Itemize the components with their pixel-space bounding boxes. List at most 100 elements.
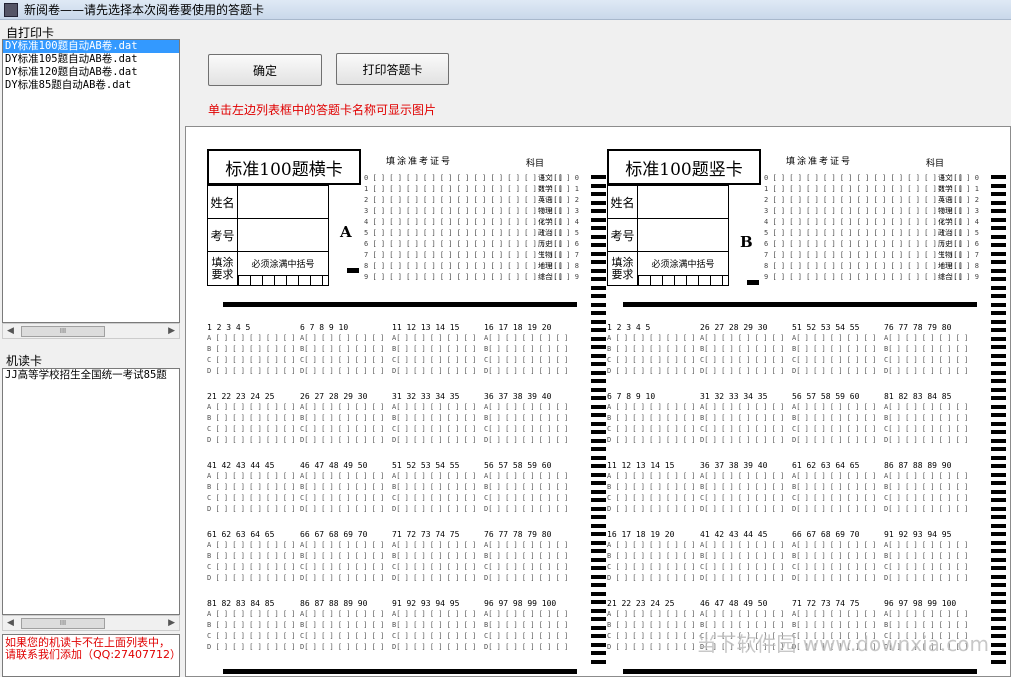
scroll-thumb[interactable]: III [21, 326, 105, 337]
option-row: D [ ] [ ] [ ] [ ] [ ] [607, 366, 696, 377]
timing-mark [991, 319, 1006, 324]
option-brackets: [ ] [ ] [ ] [ ] [ ] [215, 425, 296, 433]
timing-mark [991, 311, 1006, 315]
option-brackets: [ ] [ ] [ ] [ ] [ ] [888, 494, 969, 502]
name-field [238, 186, 328, 218]
option-row: A[ ] [ ] [ ] [ ] [ ] [300, 540, 384, 551]
question-numbers: 36 37 38 39 40 [484, 392, 552, 401]
timing-mark [991, 472, 1006, 477]
subject-name: 数学 [938, 185, 952, 193]
fill-req-line2: 要求 [611, 267, 634, 281]
list-item[interactable]: DY标准85题自动AB卷.dat [3, 79, 179, 92]
option-brackets: [ ] [ ] [ ] [ ] [ ] [488, 541, 569, 549]
option-row: A[ ] [ ] [ ] [ ] [ ] [884, 609, 968, 620]
option-row: D[ ] [ ] [ ] [ ] [ ] [300, 573, 384, 584]
subject-row: 语文 [ ] [938, 173, 962, 184]
question-numbers: 91 92 93 94 95 [392, 599, 460, 608]
option-brackets: [ ] [ ] [ ] [ ] [ ] [215, 643, 296, 651]
option-row: C[ ] [ ] [ ] [ ] [ ] [700, 493, 784, 504]
option-row: A [ ] [ ] [ ] [ ] [ ] [207, 609, 296, 620]
confirm-button[interactable]: 确定 [208, 54, 322, 86]
digit-right: 1 [574, 185, 579, 193]
option-brackets: [ ] [ ] [ ] [ ] [ ] [488, 552, 569, 560]
option-brackets: [ ] [ ] [ ] [ ] [ ] [396, 345, 477, 353]
option-brackets: [ ] [ ] [ ] [ ] [ ] [396, 367, 477, 375]
self-print-list[interactable]: DY标准100题自动AB卷.dat DY标准105题自动AB卷.dat DY标准12… [2, 39, 180, 323]
option-brackets: [ ] [ ] [ ] [ ] [ ] [615, 552, 696, 560]
question-numbers: 61 62 63 64 65 [792, 461, 860, 470]
subject-bracket: [ ] [952, 229, 962, 237]
digit-right: 2 [974, 196, 979, 204]
exam-no-field [638, 219, 728, 251]
print-card-button[interactable]: 打印答题卡 [336, 53, 449, 85]
timing-mark [991, 370, 1006, 375]
option-row: B [ ] [ ] [ ] [ ] [ ] [607, 344, 696, 355]
question-numbers: 1 2 3 4 5 [607, 323, 651, 332]
self-print-hscrollbar[interactable]: ◀ III ▶ [2, 323, 180, 339]
list-item[interactable]: DY标准105题自动AB卷.dat [3, 53, 179, 66]
option-row: A[ ] [ ] [ ] [ ] [ ] [700, 471, 784, 482]
option-row: C[ ] [ ] [ ] [ ] [ ] [392, 631, 476, 642]
option-row: A[ ] [ ] [ ] [ ] [ ] [792, 609, 876, 620]
timing-mark [991, 651, 1006, 655]
subject-row: 生物 [ ] [938, 250, 962, 261]
question-group: 61 62 63 64 65 A[ ] [ ] [ ] [ ] [ ] B[ ] [… [792, 460, 876, 515]
timing-mark [991, 251, 1006, 256]
scroll-right-icon[interactable]: ▶ [168, 326, 175, 336]
digit-right: 2 [574, 196, 579, 204]
option-brackets: [ ] [ ] [ ] [ ] [ ] [304, 334, 385, 342]
option-brackets: [ ] [ ] [ ] [ ] [ ] [488, 403, 569, 411]
subject-name: 物理 [938, 207, 952, 215]
option-brackets: [ ] [ ] [ ] [ ] [ ] [304, 494, 385, 502]
list-item[interactable]: DY标准100题自动AB卷.dat [3, 40, 179, 53]
subject-bracket: [ ] [552, 251, 562, 259]
machine-card-hscrollbar[interactable]: ◀ III ▶ [2, 615, 180, 631]
scroll-left-icon[interactable]: ◀ [7, 326, 14, 336]
app-icon [4, 2, 18, 17]
list-item[interactable]: JJ高等学校招生全国统一考试85题 [3, 369, 179, 382]
option-row: D[ ] [ ] [ ] [ ] [ ] [392, 642, 476, 653]
question-group: 36 37 38 39 40 A[ ] [ ] [ ] [ ] [ ] B[ ] [… [700, 460, 784, 515]
option-row: B [ ] [ ] [ ] [ ] [ ] [207, 482, 296, 493]
scroll-left-icon[interactable]: ◀ [7, 618, 14, 628]
option-brackets: [ ] [ ] [ ] [ ] [ ] [888, 552, 969, 560]
scroll-thumb[interactable]: III [21, 618, 105, 629]
option-row: D [ ] [ ] [ ] [ ] [ ] [607, 573, 696, 584]
option-brackets: [ ] [ ] [ ] [ ] [ ] [888, 483, 969, 491]
timing-mark [991, 540, 1006, 545]
timing-mark [991, 200, 1006, 205]
option-brackets: [ ] [ ] [ ] [ ] [ ] [704, 610, 785, 618]
option-row: B[ ] [ ] [ ] [ ] [ ] [484, 344, 568, 355]
option-brackets: [ ] [ ] [ ] [ ] [ ] [304, 621, 385, 629]
option-row: A[ ] [ ] [ ] [ ] [ ] [300, 609, 384, 620]
subject-bracket: [ ] [552, 240, 562, 248]
question-group: 76 77 78 79 80 A[ ] [ ] [ ] [ ] [ ] B[ ] [… [484, 529, 568, 584]
scroll-right-icon[interactable]: ▶ [168, 618, 175, 628]
option-brackets: [ ] [ ] [ ] [ ] [ ] [304, 403, 385, 411]
timing-mark [991, 557, 1006, 562]
option-row: C[ ] [ ] [ ] [ ] [ ] [300, 493, 384, 504]
question-group: 96 97 98 99 100 A[ ] [ ] [ ] [ ] [ ] B[ ] … [484, 598, 568, 653]
timing-mark [991, 345, 1006, 349]
option-brackets: [ ] [ ] [ ] [ ] [ ] [396, 563, 477, 571]
option-brackets: [ ] [ ] [ ] [ ] [ ] [215, 563, 296, 571]
option-brackets: [ ] [ ] [ ] [ ] [ ] [615, 541, 696, 549]
option-row: D[ ] [ ] [ ] [ ] [ ] [392, 573, 476, 584]
list-item[interactable]: DY标准120题自动AB卷.dat [3, 66, 179, 79]
contact-note: 如果您的机读卡不在上面列表中，请联系我们添加（QQ:27407712） [2, 634, 180, 677]
fill-req-row: 填涂 要求 必须涂满中括号 [608, 252, 728, 285]
timing-mark [991, 353, 1006, 358]
option-brackets: [ ] [ ] [ ] [ ] [ ] [704, 345, 785, 353]
option-brackets: [ ] [ ] [ ] [ ] [ ] [488, 494, 569, 502]
question-group: 31 32 33 34 35 A[ ] [ ] [ ] [ ] [ ] B[ ] [… [700, 391, 784, 446]
subject-bracket: [ ] [952, 240, 962, 248]
question-group: 91 92 93 94 95 A[ ] [ ] [ ] [ ] [ ] B[ ] [… [884, 529, 968, 584]
option-row: A[ ] [ ] [ ] [ ] [ ] [884, 540, 968, 551]
option-row: B[ ] [ ] [ ] [ ] [ ] [792, 413, 876, 424]
machine-card-list[interactable]: JJ高等学校招生全国统一考试85题 [2, 368, 180, 615]
option-row: A[ ] [ ] [ ] [ ] [ ] [392, 609, 476, 620]
question-numbers: 6 7 8 9 10 [300, 323, 349, 332]
question-numbers: 21 22 23 24 25 [207, 392, 275, 401]
option-row: B[ ] [ ] [ ] [ ] [ ] [300, 482, 384, 493]
option-brackets: [ ] [ ] [ ] [ ] [ ] [304, 552, 385, 560]
